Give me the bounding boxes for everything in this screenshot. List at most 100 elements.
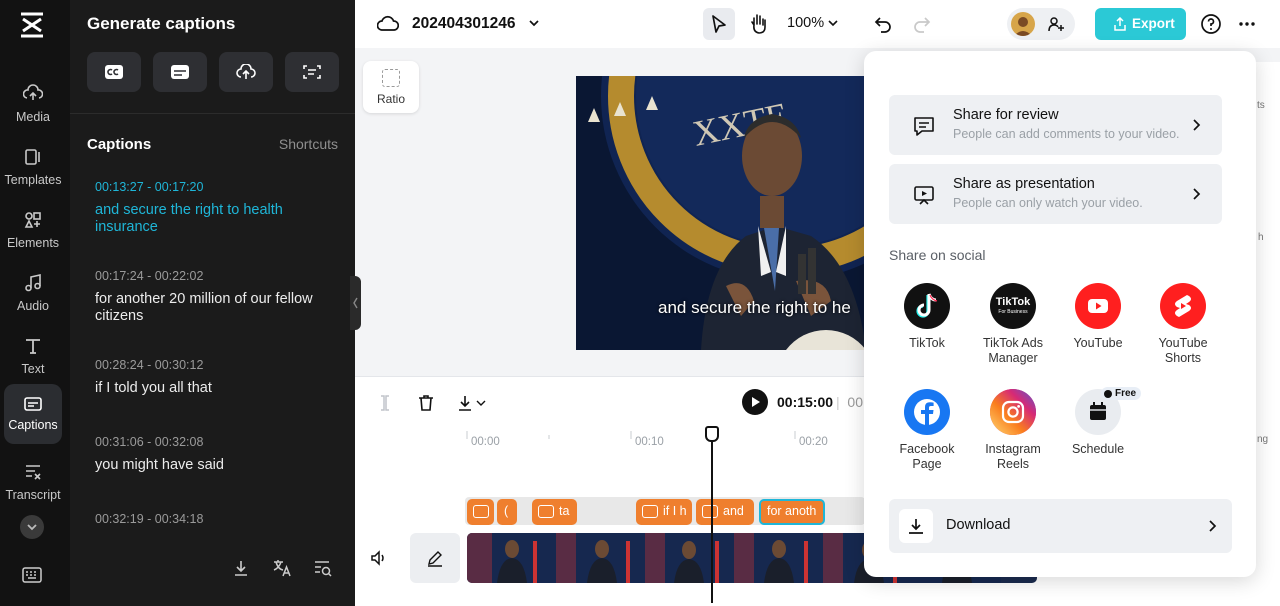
export-label: Export <box>1132 16 1175 31</box>
rail-item-text[interactable]: Text <box>4 330 62 386</box>
shorts-logo <box>1175 295 1191 317</box>
schedule-icon: Free <box>1075 387 1142 435</box>
avatar[interactable] <box>1011 12 1035 36</box>
comment-icon <box>914 117 934 136</box>
scan-icon <box>303 65 321 79</box>
playhead[interactable] <box>711 427 713 603</box>
instagram-icon <box>990 389 1036 435</box>
rail-item-transcript[interactable]: Transcript <box>4 456 62 512</box>
share-popover: Share for review People can add comments… <box>864 51 1256 577</box>
clip-label: and <box>723 504 744 518</box>
rail-item-captions[interactable]: Captions <box>4 384 62 444</box>
download-icon[interactable] <box>455 393 475 413</box>
ratio-label: Ratio <box>376 92 405 106</box>
share-youtube[interactable]: YouTube <box>1055 283 1141 351</box>
templates-icon <box>25 149 40 165</box>
keyboard-icon[interactable] <box>22 567 42 583</box>
edit-cover-button[interactable] <box>410 533 460 583</box>
undo-icon[interactable] <box>873 14 893 34</box>
share-review-title: Share for review <box>953 107 1059 123</box>
redo-icon[interactable] <box>912 14 932 34</box>
playhead-handle[interactable] <box>705 426 719 442</box>
rail-label: Templates <box>4 173 62 187</box>
ratio-button[interactable]: Ratio <box>363 61 419 113</box>
left-rail: Media Templates Elements Audio Text Capt… <box>0 0 70 606</box>
caption-item[interactable]: 00:28:24 - 00:30:12 if I told you all th… <box>95 358 335 397</box>
pointer-icon <box>712 15 726 33</box>
caption-clip[interactable]: if I h <box>636 499 692 525</box>
share-presentation-title: Share as presentation <box>953 176 1095 192</box>
caption-clip[interactable]: and <box>696 499 754 525</box>
share-as-presentation-button[interactable]: Share as presentation People can only wa… <box>889 164 1222 224</box>
caption-text[interactable]: for another 20 million of our fellow cit… <box>95 291 335 324</box>
chevron-down-icon[interactable] <box>475 393 487 413</box>
caption-text[interactable]: if I told you all that <box>95 380 335 397</box>
project-name[interactable]: 202404301246 <box>412 15 515 33</box>
caption-clip[interactable]: ( <box>497 499 517 525</box>
presentation-icon <box>914 186 934 205</box>
caption-item[interactable]: 00:17:24 - 00:22:02 for another 20 milli… <box>95 269 335 324</box>
chevron-right-icon <box>1209 520 1217 532</box>
search-list-icon[interactable] <box>313 558 333 578</box>
share-tiktok-ads-manager[interactable]: TikTok For Business TikTok Ads Manager <box>970 283 1056 366</box>
pencil-icon <box>428 551 442 567</box>
zoom-level[interactable]: 100% <box>787 15 824 31</box>
panel-collapse-handle[interactable] <box>350 276 361 330</box>
chevron-down-icon[interactable] <box>827 17 839 29</box>
share-tiktok[interactable]: TikTok <box>884 283 970 351</box>
delete-icon[interactable] <box>416 393 436 413</box>
share-youtube-shorts[interactable]: YouTube Shorts <box>1140 283 1226 366</box>
rail-item-templates[interactable]: Templates <box>4 141 62 197</box>
split-icon[interactable] <box>375 393 395 413</box>
text-icon <box>26 339 40 354</box>
share-for-review-button[interactable]: Share for review People can add comments… <box>889 95 1222 155</box>
caption-clip[interactable] <box>467 499 494 525</box>
share-presentation-subtitle: People can only watch your video. <box>953 196 1143 210</box>
caption-item[interactable]: 00:31:06 - 00:32:08 you might have said <box>95 435 335 474</box>
add-user-icon[interactable] <box>1047 15 1065 33</box>
expand-more-button[interactable] <box>20 515 44 539</box>
rail-item-elements[interactable]: Elements <box>4 204 62 260</box>
rail-item-media[interactable]: Media <box>4 78 62 134</box>
cloud-icon[interactable] <box>377 14 399 34</box>
audio-icon <box>25 274 41 292</box>
social-label: TikTok Ads Manager <box>983 336 1043 365</box>
caption-item[interactable]: 00:13:27 - 00:17:20 and secure the right… <box>95 180 335 235</box>
shortcuts-link[interactable]: Shortcuts <box>279 136 338 152</box>
help-icon[interactable] <box>1200 13 1222 35</box>
select-tool-button[interactable] <box>703 8 735 40</box>
rail-item-audio[interactable]: Audio <box>4 267 62 323</box>
video-preview[interactable]: XXTE and secure the right to he <box>576 76 866 350</box>
download-button[interactable]: Download <box>889 499 1232 553</box>
tiktok-ads-logo-text: TikTok <box>995 296 1031 308</box>
caption-text[interactable]: you might have said <box>95 457 335 474</box>
capcut-logo[interactable] <box>17 10 47 40</box>
caption-clip-selected[interactable]: for anoth <box>759 499 825 525</box>
caption-item[interactable]: 00:32:19 - 00:34:18 <box>95 512 335 526</box>
share-schedule[interactable]: Free Schedule <box>1055 387 1142 457</box>
play-button[interactable] <box>742 389 768 415</box>
chevron-down-icon[interactable] <box>527 16 541 30</box>
manual-captions-button[interactable] <box>153 52 207 92</box>
download-icon[interactable] <box>231 558 251 578</box>
export-button[interactable]: Export <box>1095 8 1186 40</box>
rail-label: Elements <box>6 236 60 250</box>
caption-text[interactable]: and secure the right to health insurance <box>95 202 335 235</box>
translate-icon[interactable] <box>272 558 292 578</box>
hand-tool-button[interactable] <box>743 8 775 40</box>
more-icon[interactable] <box>1237 14 1257 34</box>
share-facebook-page[interactable]: Facebook Page <box>884 389 970 472</box>
social-label: YouTube <box>1073 336 1123 350</box>
auto-captions-button[interactable] <box>87 52 141 92</box>
share-instagram-reels[interactable]: Instagram Reels <box>970 389 1056 472</box>
scan-captions-button[interactable] <box>285 52 339 92</box>
caption-clip[interactable]: ta <box>532 499 577 525</box>
collaborators[interactable] <box>1007 8 1075 40</box>
share-on-social-heading: Share on social <box>889 247 986 263</box>
volume-icon[interactable] <box>370 549 388 567</box>
hidden-properties-panel: ts h ng <box>1256 62 1280 542</box>
clip-label: ( <box>504 504 509 518</box>
upload-captions-button[interactable] <box>219 52 273 92</box>
facebook-icon <box>904 389 950 435</box>
clip-label: if I h <box>663 504 687 518</box>
